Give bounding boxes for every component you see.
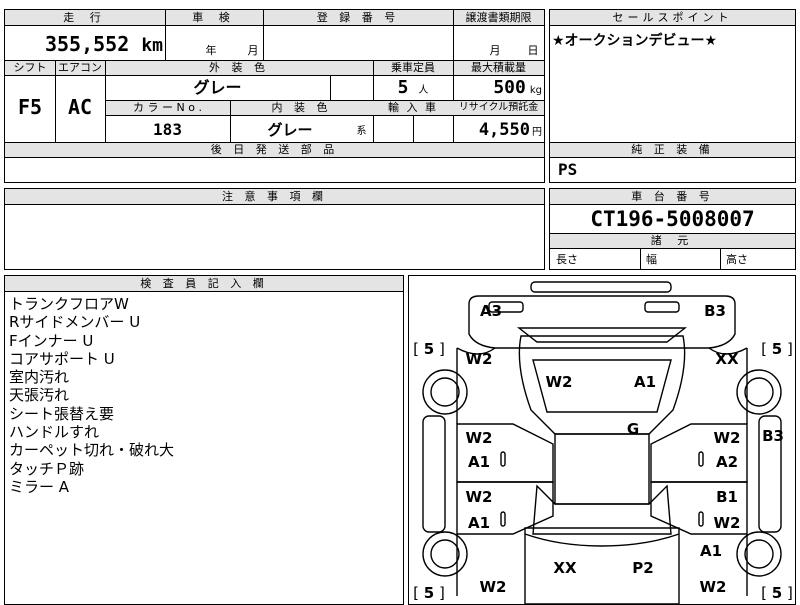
mark-right-side: B3: [762, 427, 784, 445]
shift-value: F5: [17, 95, 43, 119]
mark-right-front-door-1: B1: [716, 488, 738, 506]
inspector-items: トランクフロアW Rサイドメンバー U Fインナー U コアサポート U 室内汚…: [9, 295, 174, 496]
mark-left-rear-door-1: W2: [466, 429, 493, 447]
recycle-label: リサイクル預託金: [458, 102, 539, 113]
capacity-label: 乗車定員: [391, 61, 435, 74]
mark-right-front-fender-low: W2: [700, 578, 727, 596]
top-info-box: 走 行 車 検 登 録 番 号 譲渡書類期限 355,552 km 年 月 月 …: [4, 9, 545, 183]
transfer-doc-label: 譲渡書類期限: [465, 11, 532, 24]
mark-right-front-door-2: W2: [714, 514, 741, 532]
inspector-item: 天張汚れ: [9, 386, 70, 405]
mark-right-rear-door-1: W2: [714, 429, 741, 447]
rear-bumper: [530, 281, 672, 293]
interior-color-value: グレー: [267, 121, 313, 139]
aircon-value: AC: [67, 95, 93, 119]
roof: [554, 433, 650, 505]
sales-point-box: セールスポイント ★オークションデビュー★ 純 正 装 備 PS: [549, 9, 796, 183]
mileage-value: 355,552 km: [44, 32, 163, 56]
shift-label: シフト: [13, 61, 47, 74]
tire-bracket-left-top: [ 5 ]: [413, 340, 445, 358]
mark-left-front-door-2: A1: [468, 514, 490, 532]
dimension-length-label: 長さ: [556, 253, 578, 266]
tire-bracket-right-top: [ 5 ]: [761, 340, 793, 358]
mark-right-front-fender: A1: [700, 542, 722, 560]
rear-window: [516, 327, 688, 343]
color-no-value: 183: [153, 120, 182, 139]
import-label: 輸 入 車: [388, 101, 438, 114]
inspector-box: 検 査 員 記 入 欄 トランクフロアW Rサイドメンバー U Fインナー U …: [4, 275, 404, 605]
tire-right-rear: [736, 369, 782, 415]
tire-bracket-right-bottom: [ 5 ]: [761, 584, 793, 602]
mileage-label: 走 行: [63, 11, 107, 24]
later-parts-label: 後 日 発 送 部 品: [5, 143, 544, 158]
cabin-outline: [518, 335, 686, 435]
mark-right-rear-fender: XX: [715, 350, 739, 368]
inspector-label: 検 査 員 記 入 欄: [5, 276, 403, 292]
mark-left-front-door-1: W2: [466, 488, 493, 506]
mark-rear-left: A3: [480, 302, 502, 320]
car-diagram: [ 5 ] [ 5 ] [ 5 ] [ 5 ] A3 B3 W2 XX W2 A…: [413, 281, 793, 604]
inspector-item: ハンドルすれ: [9, 423, 100, 442]
notes-label: 注 意 事 項 欄: [5, 189, 544, 205]
transfer-month-unit: 月: [489, 44, 501, 57]
sales-point-label: セールスポイント: [550, 10, 795, 26]
rear-body-outline: [468, 295, 736, 349]
chassis-box: 車 台 番 号 CT196-5008007 諸 元 長さ 幅 高さ: [549, 188, 796, 270]
tire-right-front: [736, 531, 782, 577]
color-no-label: カ ラ ー N o .: [133, 101, 202, 114]
capacity-value: 5人: [397, 77, 429, 98]
mark-hood-left: XX: [553, 559, 577, 577]
interior-color-label: 内 装 色: [271, 101, 332, 114]
inspector-item: Fインナー U: [9, 331, 94, 350]
chassis-value: CT196-5008007: [590, 207, 755, 231]
inspection-year-unit: 年: [205, 44, 217, 57]
genuine-equipment-value: PS: [558, 160, 578, 179]
mark-roof: G: [627, 420, 639, 438]
inspector-item: Rサイドメンバー U: [9, 313, 141, 332]
tire-bracket-left-bottom: [ 5 ]: [413, 584, 445, 602]
mark-left-rear-door-2: A1: [468, 453, 490, 471]
mark-rear-right: B3: [704, 302, 726, 320]
interior-color-suffix: 系: [356, 126, 367, 137]
tire-left-rear: [422, 369, 468, 415]
inspector-item: シート張替え要: [9, 404, 115, 423]
notes-box: 注 意 事 項 欄: [4, 188, 545, 270]
exterior-color-value: グレー: [193, 78, 242, 97]
aircon-label: エアコン: [58, 61, 102, 74]
sales-point-text: ★オークションデビュー★: [552, 33, 718, 49]
dimension-height-label: 高さ: [726, 253, 748, 266]
mark-hood-right: P2: [632, 559, 653, 577]
transfer-day-unit: 日: [527, 44, 539, 57]
genuine-equipment-label: 純 正 装 備: [550, 143, 795, 158]
max-load-value: 500 kg: [493, 77, 542, 98]
inspector-item: 室内汚れ: [9, 368, 70, 387]
front-body-outline: [524, 527, 680, 604]
registration-label: 登 録 番 号: [316, 11, 400, 24]
inspection-month-unit: 月: [247, 44, 259, 57]
exterior-color-label: 外 装 色: [209, 61, 269, 74]
tire-left-front: [422, 531, 468, 577]
inspection-label: 車 検: [192, 11, 236, 24]
dimensions-label: 諸 元: [550, 234, 795, 249]
mark-left-rear-fender: W2: [466, 350, 493, 368]
chassis-label: 車 台 番 号: [550, 189, 795, 205]
mark-back-right: A1: [634, 373, 656, 391]
car-diagram-box: [ 5 ] [ 5 ] [ 5 ] [ 5 ] A3 B3 W2 XX W2 A…: [408, 275, 796, 605]
mark-right-rear-door-2: A2: [716, 453, 738, 471]
max-load-label: 最大積載量: [471, 61, 526, 74]
mark-back-left: W2: [546, 373, 573, 391]
inspector-item: ミラー A: [9, 477, 70, 496]
inspector-item: タッチＰ跡: [9, 459, 85, 478]
inspector-item: カーペット切れ・破れ大: [9, 441, 175, 460]
inspector-item: コアサポート U: [9, 349, 115, 368]
dimension-width-label: 幅: [646, 253, 657, 266]
recycle-value: 4,550 円: [478, 120, 542, 140]
inspector-item: トランクフロアW: [9, 295, 129, 313]
mark-left-front-fender: W2: [480, 578, 507, 596]
